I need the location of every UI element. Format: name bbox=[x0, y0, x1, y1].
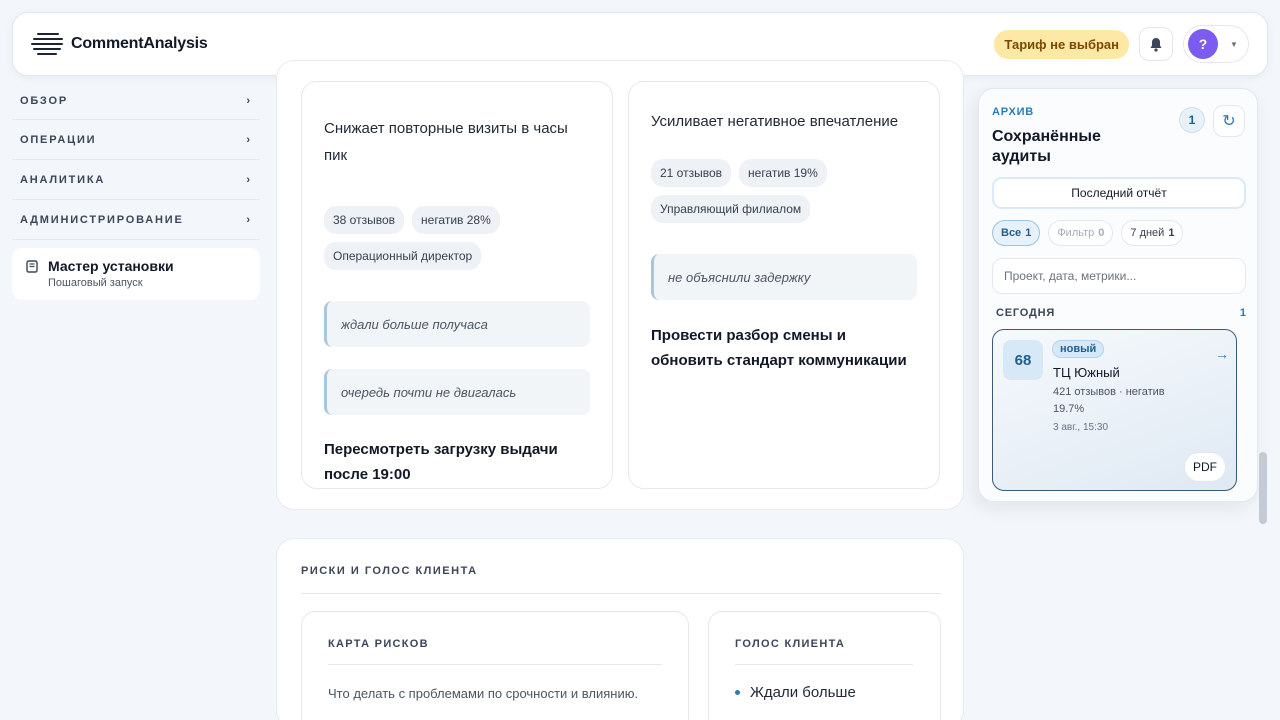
sidebar-item-label: АДМИНИСТРИРОВАНИЕ bbox=[20, 213, 184, 226]
filter-label: 7 дней bbox=[1130, 227, 1165, 239]
filter-count: 1 bbox=[1168, 227, 1175, 239]
tag-owner: Управляющий филиалом bbox=[651, 195, 811, 223]
insight-tags: 38 отзывов негатив 28% Операционный дире… bbox=[324, 206, 594, 270]
chevron-right-icon: › bbox=[246, 173, 250, 186]
customer-quote: не объяснили задержку bbox=[651, 254, 917, 300]
archive-filters: Все 1 Фильтр 0 7 дней 1 bbox=[992, 220, 1184, 246]
filter-label: Все bbox=[1001, 227, 1022, 239]
sidebar-item-analytics[interactable]: АНАЛИТИКА › bbox=[12, 160, 260, 200]
filter-label: Фильтр bbox=[1057, 227, 1095, 239]
pdf-download-button[interactable]: PDF bbox=[1184, 452, 1226, 482]
sidebar-item-administration[interactable]: АДМИНИСТРИРОВАНИЕ › bbox=[12, 200, 260, 240]
bullet-icon bbox=[735, 690, 740, 695]
setup-wizard-link[interactable]: Мастер установки Пошаговый запуск bbox=[12, 248, 260, 300]
insight-card: Усиливает негативное впечатление 21 отзы… bbox=[628, 81, 940, 489]
tag-reviews: 38 отзывов bbox=[324, 206, 405, 234]
risk-map-card: КАРТА РИСКОВ Что делать с проблемами по … bbox=[301, 611, 689, 720]
book-icon bbox=[26, 260, 38, 273]
archive-count-badge: 1 bbox=[1179, 107, 1205, 133]
customer-voice-title: ГОЛОС КЛИЕНТА bbox=[735, 638, 846, 650]
sidebar-item-operations[interactable]: ОПЕРАЦИИ › bbox=[12, 120, 260, 160]
divider bbox=[301, 593, 941, 594]
section-title: РИСКИ И ГОЛОС КЛИЕНТА bbox=[301, 565, 478, 577]
group-header-today: СЕГОДНЯ 1 bbox=[996, 307, 1246, 319]
divider bbox=[328, 664, 662, 665]
status-badge: новый bbox=[1052, 340, 1105, 358]
bell-icon bbox=[1150, 37, 1162, 52]
tag-owner: Операционный директор bbox=[324, 242, 482, 270]
last-report-button[interactable]: Последний отчёт bbox=[992, 177, 1246, 209]
archive-title: Сохранённые аудиты bbox=[992, 128, 1101, 165]
app-name: CommentAnalysis bbox=[71, 35, 208, 52]
group-count: 1 bbox=[1239, 307, 1246, 319]
app-logo[interactable]: CommentAnalysis bbox=[31, 30, 208, 58]
arrow-right-icon[interactable]: → bbox=[1215, 346, 1229, 362]
insight-title: Усиливает негативное впечатление bbox=[651, 113, 899, 130]
chevron-right-icon: › bbox=[246, 133, 250, 146]
tag-reviews: 21 отзывов bbox=[651, 159, 732, 187]
customer-quote: очередь почти не двигалась bbox=[324, 369, 590, 415]
avatar: ? bbox=[1188, 29, 1218, 59]
divider bbox=[735, 664, 913, 665]
sidebar-item-overview[interactable]: ОБЗОР › bbox=[12, 82, 260, 120]
group-label: СЕГОДНЯ bbox=[996, 307, 1056, 319]
scrollbar-track[interactable] bbox=[1258, 90, 1268, 710]
audit-meta: 421 отзывов · негатив 19.7% bbox=[1053, 386, 1165, 415]
insight-tags: 21 отзывов негатив 19% Управляющий филиа… bbox=[651, 159, 921, 223]
notifications-button[interactable] bbox=[1139, 27, 1173, 61]
audit-card[interactable]: 68 новый → ТЦ Южный 421 отзывов · негати… bbox=[992, 329, 1237, 491]
sidebar-item-label: ОПЕРАЦИИ bbox=[20, 133, 97, 146]
archive-kicker: АРХИВ bbox=[992, 106, 1035, 118]
archive-panel: АРХИВ Сохранённые аудиты 1 ↻ Последний о… bbox=[978, 88, 1258, 502]
filter-custom[interactable]: Фильтр 0 bbox=[1048, 220, 1114, 246]
audit-date: 3 авг., 15:30 bbox=[1053, 422, 1108, 433]
sidebar: ОБЗОР › ОПЕРАЦИИ › АНАЛИТИКА › АДМИНИСТР… bbox=[12, 82, 260, 300]
audit-score: 68 bbox=[1003, 340, 1043, 380]
filter-all[interactable]: Все 1 bbox=[992, 220, 1041, 246]
insight-action: Пересмотреть загрузку выдачи после 19:00 bbox=[324, 441, 558, 483]
insight-card: Снижает повторные визиты в часы пик 38 о… bbox=[301, 81, 613, 489]
refresh-button[interactable]: ↻ bbox=[1213, 105, 1245, 137]
chevron-right-icon: › bbox=[246, 213, 250, 226]
caret-down-icon: ▼ bbox=[1230, 39, 1238, 49]
scrollbar-thumb[interactable] bbox=[1259, 452, 1267, 524]
insights-panel: Снижает повторные визиты в часы пик 38 о… bbox=[276, 60, 964, 510]
wizard-title: Мастер установки bbox=[48, 258, 174, 274]
filter-count: 0 bbox=[1098, 227, 1105, 239]
risks-panel: РИСКИ И ГОЛОС КЛИЕНТА КАРТА РИСКОВ Что д… bbox=[276, 538, 964, 720]
risk-map-title: КАРТА РИСКОВ bbox=[328, 638, 429, 650]
wizard-subtitle: Пошаговый запуск bbox=[48, 277, 143, 289]
chevron-right-icon: › bbox=[246, 94, 250, 107]
plan-badge[interactable]: Тариф не выбран bbox=[994, 29, 1129, 59]
voice-text: Ждали больше bbox=[750, 684, 856, 701]
sidebar-item-label: ОБЗОР bbox=[20, 94, 68, 107]
risk-map-text: Что делать с проблемами по срочности и в… bbox=[328, 686, 639, 701]
tag-negative: негатив 19% bbox=[739, 159, 827, 187]
sidebar-item-label: АНАЛИТИКА bbox=[20, 173, 106, 186]
customer-voice-card: ГОЛОС КЛИЕНТА Ждали больше bbox=[708, 611, 941, 720]
insight-action: Провести разбор смены и обновить стандар… bbox=[651, 327, 907, 369]
user-menu-button[interactable]: ? ▼ bbox=[1183, 25, 1249, 63]
filter-7-days[interactable]: 7 дней 1 bbox=[1121, 220, 1184, 246]
audit-name: ТЦ Южный bbox=[1053, 365, 1120, 380]
refresh-icon: ↻ bbox=[1222, 113, 1236, 130]
list-item: Ждали больше bbox=[735, 684, 856, 701]
insight-title: Снижает повторные визиты в часы пик bbox=[324, 120, 568, 164]
customer-quote: ждали больше получаса bbox=[324, 301, 590, 347]
filter-count: 1 bbox=[1025, 227, 1032, 239]
tag-negative: негатив 28% bbox=[412, 206, 500, 234]
archive-search-input[interactable] bbox=[992, 258, 1246, 294]
logo-icon bbox=[31, 30, 63, 58]
